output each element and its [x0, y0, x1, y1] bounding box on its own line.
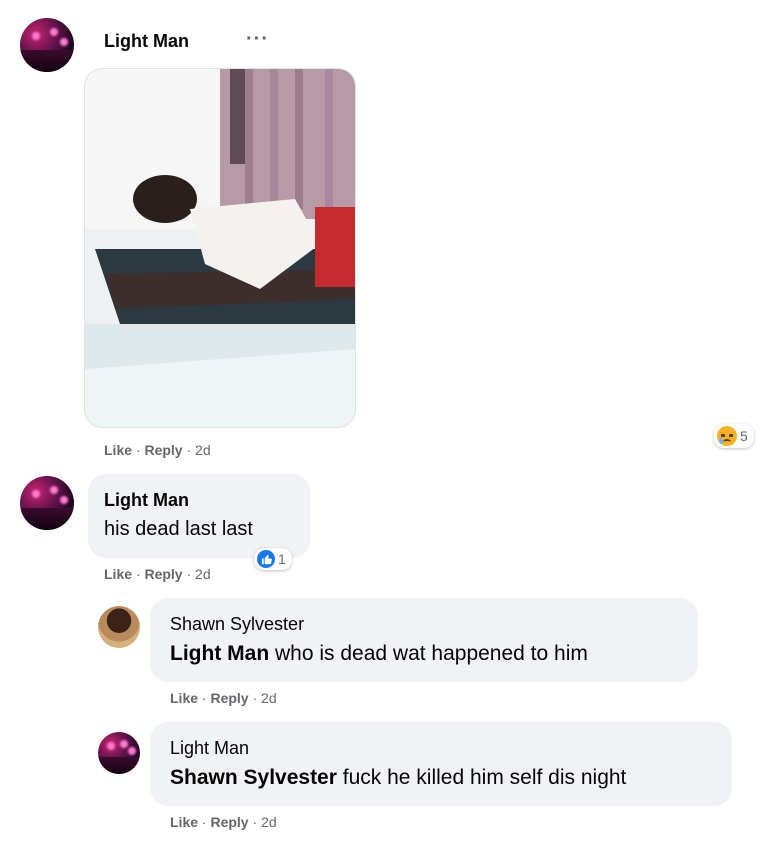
- comment-author[interactable]: Light Man: [104, 490, 189, 511]
- reply-bubble: Shawn Sylvester Light Man who is dead wa…: [150, 598, 698, 682]
- reaction-count: 1: [278, 551, 286, 567]
- comment-actions: Like · Reply · 2d: [104, 442, 211, 458]
- reaction-badge[interactable]: 1: [254, 548, 292, 570]
- timestamp[interactable]: 2d: [195, 566, 211, 582]
- reply-body: who is dead wat happened to him: [269, 642, 588, 665]
- comment-photo[interactable]: [84, 68, 356, 428]
- mention-link[interactable]: Shawn Sylvester: [170, 766, 337, 789]
- reply-link[interactable]: Reply: [210, 690, 248, 706]
- comment-author[interactable]: Light Man: [104, 31, 189, 52]
- reply-author[interactable]: Shawn Sylvester: [170, 614, 304, 635]
- like-link[interactable]: Like: [104, 566, 132, 582]
- reply-text: Light Man who is dead wat happened to hi…: [170, 642, 588, 666]
- reply-body: fuck he killed him self dis night: [336, 766, 627, 789]
- photo-image: [85, 69, 355, 427]
- sad-icon: [717, 426, 737, 446]
- like-link[interactable]: Like: [104, 442, 132, 458]
- timestamp[interactable]: 2d: [261, 690, 277, 706]
- avatar[interactable]: [20, 476, 74, 530]
- avatar[interactable]: [20, 18, 74, 72]
- comment-text: his dead last last: [104, 518, 253, 540]
- like-link[interactable]: Like: [170, 690, 198, 706]
- reaction-count: 5: [740, 428, 748, 444]
- reply-author[interactable]: Light Man: [170, 738, 249, 759]
- mention-link[interactable]: Light Man: [170, 642, 269, 665]
- reply-link[interactable]: Reply: [144, 442, 182, 458]
- reply-actions: Like · Reply · 2d: [170, 690, 277, 706]
- reply-link[interactable]: Reply: [210, 814, 248, 830]
- timestamp[interactable]: 2d: [195, 442, 211, 458]
- like-icon: [257, 550, 275, 568]
- avatar[interactable]: [98, 732, 140, 774]
- reply-text: Shawn Sylvester fuck he killed him self …: [170, 766, 626, 790]
- comment-actions: Like · Reply · 2d: [104, 566, 211, 582]
- more-options-icon[interactable]: ···: [246, 28, 269, 51]
- reply-bubble: Light Man Shawn Sylvester fuck he killed…: [150, 722, 732, 806]
- avatar[interactable]: [98, 606, 140, 648]
- like-link[interactable]: Like: [170, 814, 198, 830]
- reply-actions: Like · Reply · 2d: [170, 814, 277, 830]
- timestamp[interactable]: 2d: [261, 814, 277, 830]
- comment-bubble: Light Man his dead last last: [88, 474, 310, 558]
- reaction-badge[interactable]: 5: [714, 424, 754, 448]
- reply-link[interactable]: Reply: [144, 566, 182, 582]
